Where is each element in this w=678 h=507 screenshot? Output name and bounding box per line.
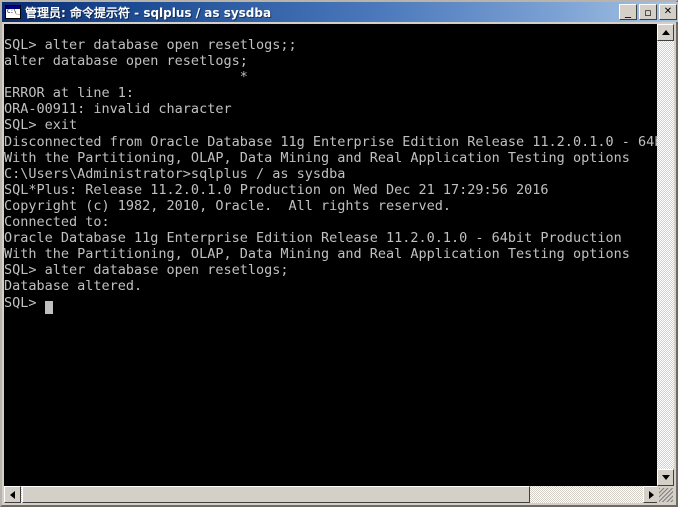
window-title: 管理员: 命令提示符 - sqlplus / as sysdba <box>25 5 272 20</box>
terminal-line: SQL> exit <box>4 117 78 134</box>
minimize-button[interactable]: _ <box>619 4 637 20</box>
minimize-icon: _ <box>625 4 631 18</box>
maximize-button[interactable]: ▫ <box>639 4 657 20</box>
terminal-line: With the Partitioning, OLAP, Data Mining… <box>4 246 630 263</box>
chevron-right-icon <box>649 490 654 499</box>
scroll-up-button[interactable] <box>657 24 674 41</box>
terminal-line: ERROR at line 1: <box>4 85 135 102</box>
terminal-line: ORA-00911: invalid character <box>4 101 232 118</box>
terminal-line: SQL> <box>4 295 660 314</box>
terminal-line: * <box>4 69 248 86</box>
terminal-line: Database altered. <box>4 278 143 295</box>
vertical-scrollbar[interactable] <box>657 24 674 486</box>
chevron-left-icon <box>10 490 15 499</box>
terminal-line: With the Partitioning, OLAP, Data Mining… <box>4 149 630 166</box>
scroll-left-button[interactable] <box>4 486 21 503</box>
terminal-text: SQL> alter database open resetlogs;; alte… <box>4 24 660 314</box>
text-cursor <box>44 300 53 314</box>
terminal-line: alter database open resetlogs; <box>4 53 248 70</box>
terminal-line: SQL*Plus: Release 11.2.0.1.0 Production … <box>4 181 549 198</box>
horizontal-scroll-thumb[interactable] <box>22 486 530 503</box>
resize-grip[interactable] <box>657 486 674 503</box>
close-button[interactable]: ✕ <box>659 4 677 20</box>
terminal-line: C:\Users\Administrator>sqlplus / as sysd… <box>4 165 346 182</box>
console-window: 管理员: 命令提示符 - sqlplus / as sysdba _ ▫ ✕ S… <box>0 0 678 507</box>
terminal-line: Connected to: <box>4 214 110 231</box>
scroll-down-button[interactable] <box>657 469 674 486</box>
terminal-output-area[interactable]: SQL> alter database open resetlogs;; alte… <box>4 24 660 486</box>
close-icon: ✕ <box>663 6 673 17</box>
console-icon[interactable] <box>5 5 21 19</box>
window-controls: _ ▫ ✕ <box>619 4 677 20</box>
terminal-line: SQL> alter database open resetlogs; <box>4 262 289 279</box>
terminal-line: Oracle Database 11g Enterprise Edition R… <box>4 230 622 247</box>
chevron-up-icon <box>661 30 670 35</box>
terminal-line: Disconnected from Oracle Database 11g En… <box>4 133 660 150</box>
chevron-down-icon <box>661 475 670 480</box>
title-bar[interactable]: 管理员: 命令提示符 - sqlplus / as sysdba _ ▫ ✕ <box>2 2 678 22</box>
horizontal-scrollbar[interactable] <box>4 486 660 503</box>
terminal-line: SQL> alter database open resetlogs;; <box>4 37 297 53</box>
maximize-icon: ▫ <box>644 5 652 19</box>
terminal-line: Copyright (c) 1982, 2010, Oracle. All ri… <box>4 197 452 214</box>
